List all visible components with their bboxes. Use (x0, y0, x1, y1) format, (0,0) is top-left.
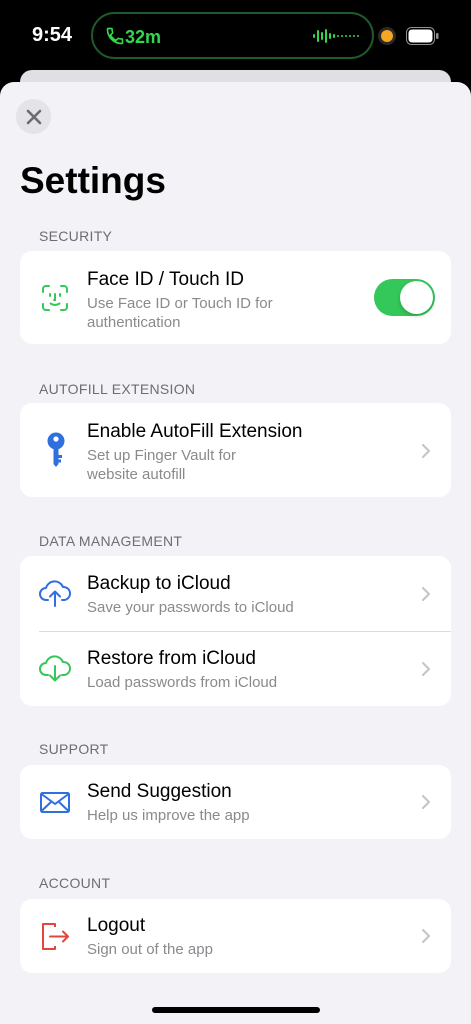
section-header-support: SUPPORT (39, 741, 109, 757)
send-suggestion-title: Send Suggestion (87, 781, 232, 802)
section-header-account: ACCOUNT (39, 875, 111, 891)
status-time: 9:54 (32, 24, 73, 46)
key-icon (47, 432, 65, 467)
logout-row[interactable]: Logout Sign out of the app (20, 899, 451, 973)
chevron-right-icon (422, 587, 430, 601)
settings-sheet: Settings SECURITY Face ID / Touch ID Use… (0, 82, 471, 1024)
autofill-card: Enable AutoFill Extension Set up Finger … (20, 403, 451, 497)
close-button[interactable] (16, 99, 51, 134)
page-title: Settings (20, 160, 166, 201)
autofill-title: Enable AutoFill Extension (87, 421, 303, 442)
backup-row[interactable]: Backup to iCloud Save your passwords to … (20, 556, 451, 631)
restore-title: Restore from iCloud (87, 648, 256, 669)
call-duration: 32m (125, 27, 162, 47)
section-header-data: DATA MANAGEMENT (39, 533, 183, 549)
face-id-icon (42, 285, 68, 311)
section-header-security: SECURITY (39, 228, 113, 244)
send-suggestion-row[interactable]: Send Suggestion Help us improve the app (20, 765, 451, 839)
logout-subtitle: Sign out of the app (87, 941, 213, 958)
envelope-icon (40, 792, 70, 813)
cloud-download-icon (39, 655, 71, 682)
data-management-card: Backup to iCloud Save your passwords to … (20, 556, 451, 706)
phone-icon (106, 27, 124, 45)
status-bar: 9:54 32m (0, 0, 471, 70)
support-card: Send Suggestion Help us improve the app (20, 765, 451, 839)
autofill-subtitle-line1: Set up Finger Vault for (87, 447, 236, 464)
chevron-right-icon (422, 444, 430, 458)
dynamic-island[interactable]: 32m (91, 12, 374, 59)
chevron-right-icon (422, 929, 430, 943)
section-header-autofill: AUTOFILL EXTENSION (39, 381, 196, 397)
battery-icon (406, 27, 439, 45)
logout-title: Logout (87, 915, 146, 936)
toggle-knob (400, 281, 433, 314)
face-id-title: Face ID / Touch ID (87, 269, 244, 290)
restore-row[interactable]: Restore from iCloud Load passwords from … (20, 631, 451, 706)
logout-icon (42, 923, 69, 950)
autofill-row[interactable]: Enable AutoFill Extension Set up Finger … (20, 403, 451, 497)
audio-waveform-icon (313, 29, 359, 43)
face-id-row[interactable]: Face ID / Touch ID Use Face ID or Touch … (20, 251, 451, 344)
face-id-subtitle-line2: authentication (87, 314, 181, 331)
restore-subtitle: Load passwords from iCloud (87, 674, 278, 691)
backup-title: Backup to iCloud (87, 573, 231, 594)
autofill-subtitle-line2: website autofill (87, 466, 186, 483)
chevron-right-icon (422, 795, 430, 809)
backup-subtitle: Save your passwords to iCloud (87, 599, 294, 616)
chevron-right-icon (422, 662, 430, 676)
cloud-upload-icon (39, 580, 71, 607)
send-suggestion-subtitle: Help us improve the app (87, 807, 250, 824)
account-card: Logout Sign out of the app (20, 899, 451, 973)
home-indicator[interactable] (152, 1007, 320, 1013)
close-icon (26, 109, 41, 124)
face-id-toggle[interactable] (374, 279, 435, 316)
recording-indicator (381, 30, 393, 42)
face-id-subtitle-line1: Use Face ID or Touch ID for (87, 295, 273, 312)
security-card: Face ID / Touch ID Use Face ID or Touch … (20, 251, 451, 344)
